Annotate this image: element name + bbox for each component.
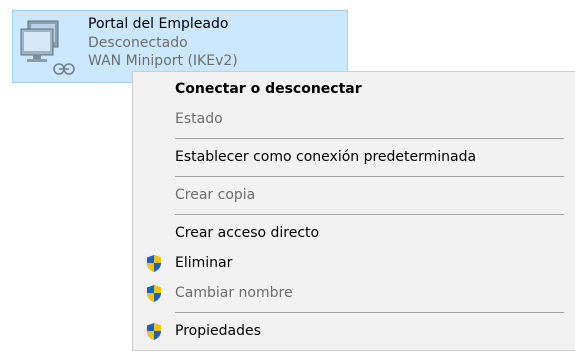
- menu-item-properties[interactable]: Propiedades: [133, 318, 575, 345]
- menu-item-properties-label: Propiedades: [175, 323, 261, 339]
- menu-item-rename[interactable]: Cambiar nombre: [133, 280, 575, 307]
- menu-item-status[interactable]: Estado: [133, 106, 575, 133]
- menu-item-status-label: Estado: [175, 111, 223, 127]
- connection-device: WAN Miniport (IKEv2): [88, 53, 238, 69]
- menu-separator: [175, 138, 564, 139]
- menu-separator: [175, 312, 564, 313]
- vpn-connection-icon: [20, 20, 75, 75]
- menu-item-delete-label: Eliminar: [175, 255, 233, 271]
- menu-separator: [175, 176, 564, 177]
- menu-item-create-copy[interactable]: Crear copia: [133, 182, 575, 209]
- menu-item-set-default-label: Establecer como conexión predeterminada: [175, 149, 477, 165]
- shield-icon: [147, 285, 161, 302]
- menu-item-delete[interactable]: Eliminar: [133, 250, 575, 277]
- menu-item-connect-label: Conectar o desconectar: [175, 81, 362, 97]
- shield-icon: [147, 323, 161, 340]
- menu-item-connect[interactable]: Conectar o desconectar: [133, 76, 575, 103]
- context-menu: Conectar o desconectar Estado Establecer…: [132, 71, 575, 351]
- menu-item-rename-label: Cambiar nombre: [175, 285, 293, 301]
- menu-item-create-copy-label: Crear copia: [175, 187, 256, 203]
- connection-status: Desconectado: [88, 34, 188, 51]
- menu-item-create-shortcut[interactable]: Crear acceso directo: [133, 220, 575, 247]
- connection-name: Portal del Empleado: [88, 16, 229, 32]
- menu-item-set-default[interactable]: Establecer como conexión predeterminada: [133, 144, 575, 171]
- connection-text: Portal del Empleado Desconectado WAN Min…: [88, 15, 238, 71]
- menu-item-create-shortcut-label: Crear acceso directo: [175, 225, 320, 241]
- shield-icon: [147, 255, 161, 272]
- menu-separator: [175, 214, 564, 215]
